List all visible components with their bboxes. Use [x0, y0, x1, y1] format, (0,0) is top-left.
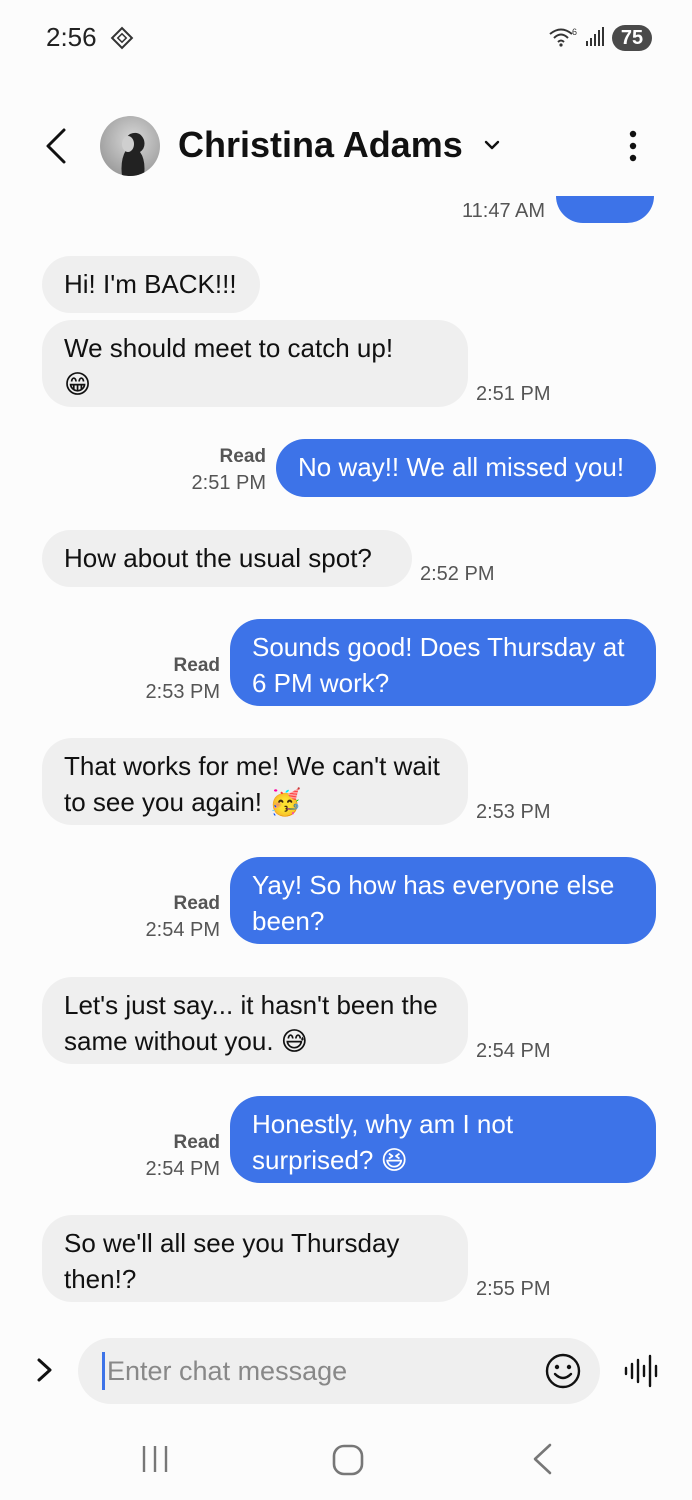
read-receipt: Read: [219, 446, 266, 467]
message-bubble-outgoing[interactable]: Sounds good! Does Thursday at 6 PM work?: [230, 619, 656, 706]
message-bubble-incoming[interactable]: Hi! I'm BACK!!!: [42, 256, 260, 313]
partying-face-emoji: 🥳: [269, 788, 302, 818]
message-time: 2:55 PM: [476, 1278, 551, 1300]
message-text: That works for me! We can't wait to see …: [64, 751, 440, 817]
read-receipt: Read: [173, 655, 220, 676]
message-bubble-incoming[interactable]: We should meet to catch up! 😁: [42, 320, 468, 407]
expand-icon[interactable]: [34, 1354, 56, 1386]
message-text: So we'll all see you Thursday then!?: [64, 1228, 400, 1294]
message-bubble-outgoing[interactable]: [556, 196, 654, 223]
message-text: We should meet to catch up!: [64, 333, 394, 363]
message-time: 2:54 PM: [145, 1158, 220, 1180]
diamond-icon: [110, 26, 134, 50]
message-time: 2:53 PM: [145, 681, 220, 703]
grinning-emoji: 😁: [64, 370, 92, 400]
message-input[interactable]: [102, 1352, 522, 1390]
conversation-header: Christina Adams: [0, 100, 692, 196]
emoji-icon[interactable]: [544, 1352, 582, 1390]
message-bubble-incoming[interactable]: So we'll all see you Thursday then!?: [42, 1215, 468, 1302]
signal-icon: [586, 27, 604, 46]
status-time: 2:56: [46, 22, 97, 52]
sweat-smile-emoji: 😅: [280, 1027, 308, 1057]
more-vert-icon[interactable]: [618, 126, 648, 166]
nav-back-icon[interactable]: [530, 1442, 554, 1476]
back-icon[interactable]: [40, 126, 76, 166]
message-time: 2:52 PM: [420, 563, 495, 585]
home-icon[interactable]: [332, 1444, 364, 1476]
message-bubble-outgoing[interactable]: Honestly, why am I not surprised? 😆: [230, 1096, 656, 1183]
chevron-down-icon[interactable]: [482, 138, 502, 154]
voice-icon[interactable]: [622, 1352, 662, 1390]
message-bubble-incoming[interactable]: Let's just say... it hasn't been the sam…: [42, 977, 468, 1064]
contact-name[interactable]: Christina Adams: [178, 124, 463, 166]
battery-indicator: 75: [612, 25, 652, 51]
message-text: Let's just say... it hasn't been the sam…: [64, 990, 438, 1056]
message-time: 2:53 PM: [476, 801, 551, 823]
avatar[interactable]: [100, 116, 160, 176]
message-time: 2:51 PM: [191, 472, 266, 494]
message-time: 2:51 PM: [476, 383, 551, 405]
svg-text:6: 6: [572, 27, 577, 37]
avatar-image: [121, 132, 145, 176]
message-text: Yay! So how has everyone else been?: [252, 870, 615, 936]
message-bubble-outgoing[interactable]: No way!! We all missed you!: [276, 439, 656, 497]
read-receipt: Read: [173, 893, 220, 914]
wifi-icon: 6: [549, 27, 577, 47]
message-text: Hi! I'm BACK!!!: [64, 269, 237, 299]
recent-apps-icon[interactable]: [140, 1444, 170, 1474]
read-receipt: Read: [173, 1132, 220, 1153]
message-input-container: [78, 1338, 600, 1404]
message-time: 11:47 AM: [462, 200, 546, 222]
message-bubble-incoming[interactable]: How about the usual spot?: [42, 530, 412, 587]
laughing-emoji: 😆: [380, 1146, 408, 1176]
message-time: 2:54 PM: [476, 1040, 551, 1062]
message-time: 2:54 PM: [145, 919, 220, 941]
message-text: How about the usual spot?: [64, 543, 372, 573]
message-bubble-incoming[interactable]: That works for me! We can't wait to see …: [42, 738, 468, 825]
message-bubble-outgoing[interactable]: Yay! So how has everyone else been?: [230, 857, 656, 944]
status-bar: 2:56 6 75: [0, 0, 692, 76]
message-text: Sounds good! Does Thursday at 6 PM work?: [252, 632, 625, 698]
message-text: No way!! We all missed you!: [298, 452, 625, 482]
